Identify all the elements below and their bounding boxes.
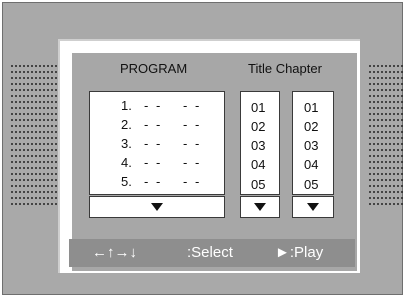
play-label: ►:Play	[275, 244, 324, 261]
program-row-title[interactable]: - -	[144, 155, 162, 170]
chapter-value[interactable]: 02	[304, 119, 318, 134]
chapter-value[interactable]: 01	[304, 100, 318, 115]
right-speaker-grille	[369, 65, 404, 209]
title-value[interactable]: 02	[251, 119, 265, 134]
title-value[interactable]: 05	[251, 177, 265, 192]
program-row-chapter[interactable]: - -	[183, 174, 201, 189]
title-chapter-heading: Title Chapter	[248, 61, 322, 76]
program-row-index: 2.	[121, 117, 132, 132]
title-value[interactable]: 04	[251, 157, 265, 172]
program-row-chapter[interactable]: - -	[183, 117, 201, 132]
program-row-index: 3.	[121, 136, 132, 151]
program-row-title[interactable]: - -	[144, 98, 162, 113]
chapter-value[interactable]: 04	[304, 157, 318, 172]
down-triangle-icon	[307, 203, 319, 211]
program-row-title[interactable]: - -	[144, 117, 162, 132]
title-value[interactable]: 03	[251, 138, 265, 153]
program-heading: PROGRAM	[120, 61, 188, 76]
down-triangle-icon	[151, 203, 163, 211]
program-row-chapter[interactable]: - -	[183, 155, 201, 170]
arrow-keys-icon: ←↑→↓	[92, 244, 137, 261]
program-row-chapter[interactable]: - -	[183, 98, 201, 113]
program-scroll-down-button[interactable]	[89, 196, 225, 218]
program-row-title[interactable]: - -	[144, 174, 162, 189]
left-speaker-grille	[11, 65, 57, 209]
chapter-value[interactable]: 03	[304, 138, 318, 153]
program-row-index: 4.	[121, 155, 132, 170]
program-row-index: 1.	[121, 98, 132, 113]
footer-hint-bar: ←↑→↓ :Select ►:Play	[69, 239, 355, 267]
title-scroll-down-button[interactable]	[240, 196, 280, 218]
program-row-index: 5.	[121, 174, 132, 189]
chapter-value[interactable]: 05	[304, 177, 318, 192]
select-label: :Select	[187, 244, 233, 261]
chapter-scroll-down-button[interactable]	[292, 196, 334, 218]
program-row-chapter[interactable]: - -	[183, 136, 201, 151]
tv-screen: PROGRAM Title Chapter 1. - - - - 2. - - …	[2, 2, 404, 295]
program-row-title[interactable]: - -	[144, 136, 162, 151]
down-triangle-icon	[254, 203, 266, 211]
title-value[interactable]: 01	[251, 100, 265, 115]
